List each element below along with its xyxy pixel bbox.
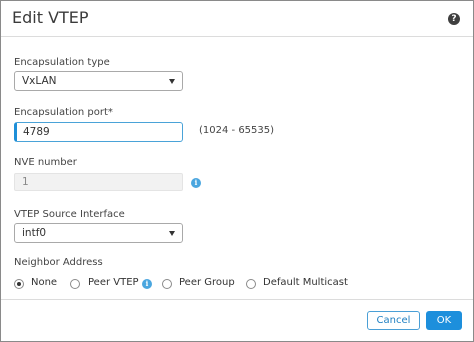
radio-peer-vtep[interactable] [70,279,80,289]
radio-default-multicast[interactable] [246,279,256,289]
radio-peer-group-label[interactable]: Peer Group [179,277,235,288]
nve-number-input: 1 [14,173,183,191]
edit-vtep-dialog: Edit VTEP ? Encapsulation type VxLAN Enc… [0,0,474,342]
encapsulation-port-input[interactable]: 4789 [14,122,183,142]
dialog-header: Edit VTEP ? [1,1,473,37]
ok-button[interactable]: OK [426,311,462,330]
vtep-source-interface-select[interactable]: intf0 [14,223,183,243]
cancel-button[interactable]: Cancel [367,311,420,330]
port-range-hint: (1024 - 65535) [199,125,275,136]
radio-none[interactable] [14,279,24,289]
vtep-source-interface-label: VTEP Source Interface [14,209,125,220]
dialog-title: Edit VTEP [12,8,89,27]
radio-peer-vtep-label[interactable]: Peer VTEP [88,277,139,288]
neighbor-address-label: Neighbor Address [14,257,103,268]
encapsulation-port-value: 4789 [23,126,50,138]
encapsulation-type-label: Encapsulation type [14,57,110,68]
encapsulation-type-value: VxLAN [22,75,57,87]
radio-none-label[interactable]: None [31,277,57,288]
nve-number-value: 1 [22,176,29,188]
chevron-down-icon [169,79,175,84]
radio-default-multicast-label[interactable]: Default Multicast [263,277,348,288]
chevron-down-icon [169,231,175,236]
vtep-source-interface-value: intf0 [22,227,47,239]
radio-peer-group[interactable] [162,279,172,289]
help-icon[interactable]: ? [448,13,460,25]
nve-number-label: NVE number [14,157,77,168]
encapsulation-type-select[interactable]: VxLAN [14,71,183,91]
peer-vtep-info-icon[interactable]: i [142,279,152,289]
encapsulation-port-label: Encapsulation port* [14,107,113,118]
nve-info-icon[interactable]: i [191,178,201,188]
